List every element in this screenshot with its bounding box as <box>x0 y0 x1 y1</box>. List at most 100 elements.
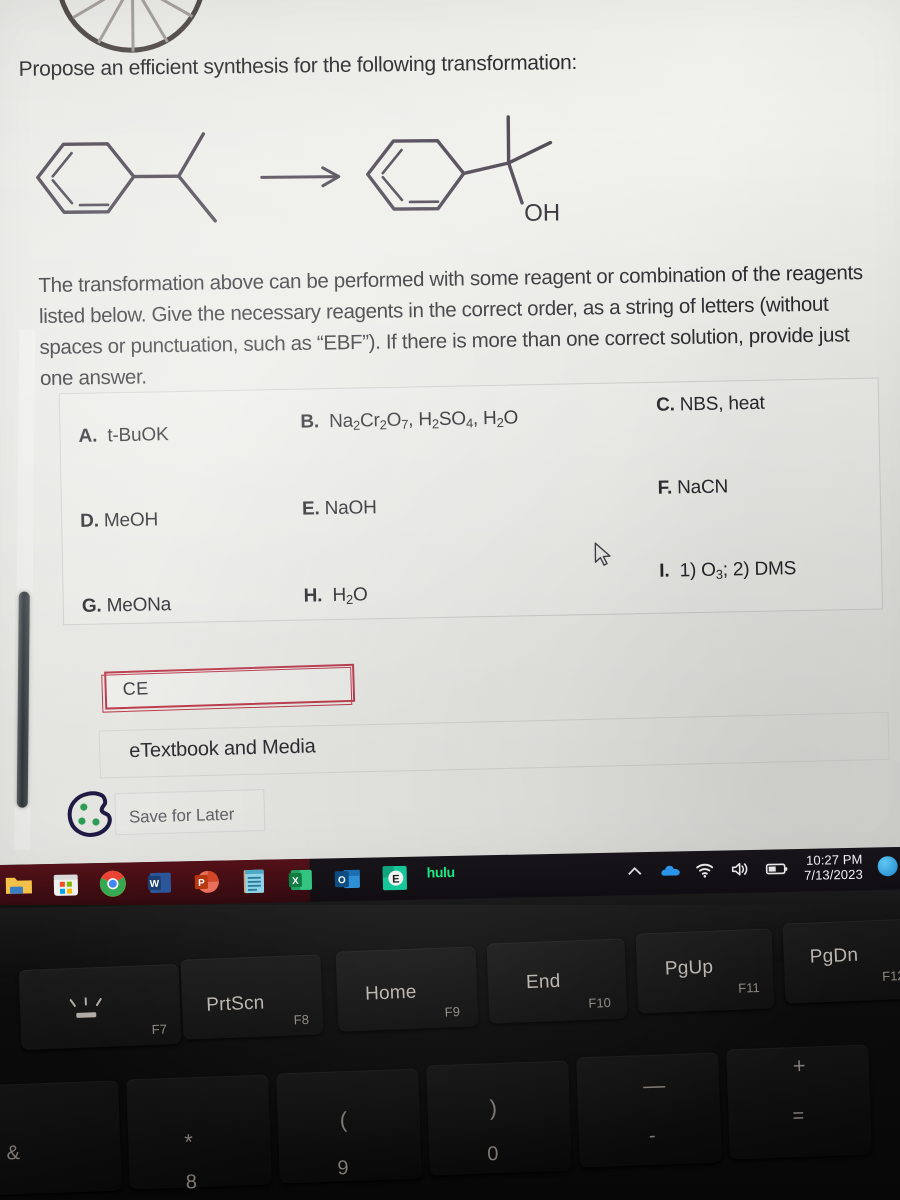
svg-text:O: O <box>338 875 346 886</box>
key-0[interactable]: ) 0 <box>426 1060 572 1176</box>
key-end-label: End <box>525 970 561 994</box>
table-row: G. MeONa H. H2O I. 1) O3; 2) DMS <box>63 533 882 626</box>
key-pgdn-sub: F12 <box>881 967 900 984</box>
key-end-sub: F10 <box>588 994 612 1011</box>
answer-input-wrapper[interactable]: CE <box>101 663 356 713</box>
key-9[interactable]: ( 9 <box>276 1068 422 1184</box>
taskbar-icon-microsoft-excel[interactable]: X <box>286 865 317 896</box>
reagent-text-d: MeOH <box>103 509 159 532</box>
wifi-icon[interactable] <box>695 860 715 880</box>
svg-text:P: P <box>198 878 205 889</box>
question-paragraph: The transformation above can be performe… <box>38 261 863 391</box>
svg-text:W: W <box>150 879 160 890</box>
key-minus[interactable]: — - <box>576 1052 722 1168</box>
cookie-icon[interactable] <box>65 791 119 840</box>
key-0-shift-label: ) <box>489 1095 498 1121</box>
taskbar-icon-microsoft-store[interactable] <box>51 869 82 900</box>
hulu-label: hulu <box>426 863 455 881</box>
key-prtscn-sub: F8 <box>293 1011 310 1028</box>
reagent-option-h: H. H2O <box>303 584 367 607</box>
key-ampersand[interactable]: & <box>0 1080 122 1196</box>
reagent-letter-f: F. <box>657 477 673 499</box>
taskbar-icon-google-chrome[interactable] <box>98 868 129 899</box>
product-oh-label: OH <box>524 199 560 226</box>
reagent-option-f: F. NaCN <box>657 476 728 499</box>
key-home-label: Home <box>364 981 418 1005</box>
volume-icon[interactable] <box>730 859 750 879</box>
webpage-content: Propose an efficient synthesis for the f… <box>0 0 900 860</box>
taskbar-notification-badge[interactable] <box>877 856 898 877</box>
reagent-text-b: Na2Cr2O7, H2SO4, H2O <box>323 407 519 433</box>
taskbar-icon-microsoft-powerpoint[interactable]: P <box>192 867 223 898</box>
reagent-letter-g: G. <box>81 595 102 617</box>
svg-text:E: E <box>392 874 400 886</box>
key-pgup-sub: F11 <box>737 979 760 996</box>
reagent-text-g: MeONa <box>106 594 172 617</box>
key-home[interactable]: Home F9 <box>335 946 479 1032</box>
key-pgup[interactable]: PgUp F11 <box>635 928 775 1014</box>
keyboard-backlight-icon <box>69 996 102 1018</box>
key-pgdn-label: PgDn <box>809 944 859 968</box>
reagent-letter-c: C. <box>655 394 675 416</box>
save-for-later-label[interactable]: Save for Later <box>129 805 235 828</box>
key-equals[interactable]: + = <box>726 1044 872 1160</box>
key-home-sub: F9 <box>444 1003 461 1020</box>
answer-input-value: CE <box>122 678 149 700</box>
reagent-letter-h: H. <box>303 585 323 607</box>
taskbar-icon-hulu[interactable]: hulu <box>427 862 474 893</box>
key-prtscn-label: PrtScn <box>205 992 265 1016</box>
key-8-label: 8 <box>185 1171 198 1194</box>
reagent-options-table: A. t-BuOK B. Na2Cr2O7, H2SO4, H2O C. NBS… <box>58 377 884 626</box>
reagent-letter-a: A. <box>78 425 98 447</box>
reagent-text-h: H2O <box>327 584 368 608</box>
reagent-option-d: D. MeOH <box>80 509 158 532</box>
key-f7[interactable]: F7 <box>18 963 182 1051</box>
key-minus-shift-label: — <box>642 1072 666 1099</box>
key-pgup-label: PgUp <box>664 956 714 980</box>
taskbar-clock[interactable]: 10:27 PM 7/13/2023 <box>804 852 863 883</box>
reagent-letter-b: B. <box>300 411 320 433</box>
site-logo-wheel-icon <box>55 0 207 54</box>
key-9-label: 9 <box>337 1157 349 1180</box>
reagent-option-e: E. NaOH <box>302 497 377 520</box>
question-prompt: Propose an efficient synthesis for the f… <box>18 50 578 81</box>
taskbar-icon-evernote[interactable]: E <box>380 863 411 894</box>
key-equals-shift-label: + <box>792 1052 807 1079</box>
key-8[interactable]: * 8 <box>126 1074 272 1193</box>
battery-icon[interactable] <box>765 858 789 878</box>
key-0-label: 0 <box>486 1143 499 1166</box>
taskbar-icon-notepad[interactable] <box>239 866 270 897</box>
page-scrollbar-thumb[interactable] <box>16 591 30 808</box>
key-9-shift-label: ( <box>339 1107 348 1133</box>
reagent-option-a: A. t-BuOK <box>78 424 168 448</box>
etextbook-and-media-label[interactable]: eTextbook and Media <box>129 735 316 763</box>
reagent-text-f: NaCN <box>676 476 729 499</box>
key-prtscn[interactable]: PrtScn F8 <box>180 954 324 1040</box>
laptop-screen: Propose an efficient synthesis for the f… <box>0 0 900 874</box>
taskbar-date: 7/13/2023 <box>803 866 863 883</box>
mouse-cursor-icon <box>593 542 613 568</box>
chevron-up-icon[interactable] <box>625 861 645 881</box>
onedrive-cloud-icon[interactable] <box>660 860 681 880</box>
key-end[interactable]: End F10 <box>486 938 628 1024</box>
laptop-keyboard: F7 PrtScn F8 Home F9 End F10 PgUp F11 Pg… <box>0 889 900 1200</box>
key-pgdn[interactable]: PgDn F12 <box>782 918 900 1004</box>
taskbar-icon-microsoft-outlook[interactable]: O <box>333 864 364 895</box>
reagent-option-g: G. MeONa <box>82 594 172 618</box>
key-ampersand-label: & <box>6 1142 21 1165</box>
reaction-scheme-svg: OH <box>36 115 560 227</box>
key-f7-sub: F7 <box>151 1021 168 1038</box>
reagent-text-i: 1) O3; 2) DMS <box>674 558 797 582</box>
reagent-option-c: C. NBS, heat <box>656 393 765 417</box>
reagent-letter-d: D. <box>80 510 100 532</box>
reagent-letter-e: E. <box>301 498 320 520</box>
key-equals-label: = <box>792 1104 805 1128</box>
key-minus-label: - <box>648 1124 656 1148</box>
taskbar-icon-microsoft-word[interactable]: W <box>145 868 176 899</box>
reagent-text-a: t-BuOK <box>102 424 169 447</box>
screenshot-root: Propose an efficient synthesis for the f… <box>0 0 900 1200</box>
reagent-option-i: I. 1) O3; 2) DMS <box>659 558 796 583</box>
reagent-option-b: B. Na2Cr2O7, H2SO4, H2O <box>300 407 518 433</box>
reaction-scheme: OH <box>19 112 600 248</box>
taskbar-icon-file-explorer[interactable] <box>4 870 35 901</box>
